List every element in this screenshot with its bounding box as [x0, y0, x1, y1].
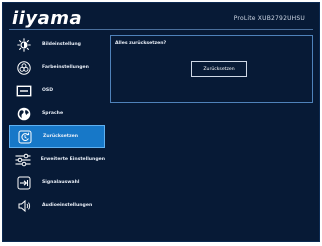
menu-item-erweiterte-einstellungen[interactable]: Erweiterte Einstellungen	[9, 148, 105, 171]
menu-item-audioeinstellungen[interactable]: Audioeinstellungen	[9, 194, 105, 217]
menu-item-label: Farbeinstellungen	[42, 65, 89, 70]
speaker-icon	[14, 198, 34, 214]
reset-icon	[15, 129, 35, 145]
osd-icon	[14, 83, 34, 99]
menu-item-label: Signalauswahl	[42, 180, 80, 185]
panel-title: Alles zurücksetzen?	[115, 41, 167, 46]
reset-panel: Alles zurücksetzen? Zurücksetzen	[110, 35, 313, 103]
model-name: ProLite XUB2792UHSU	[233, 15, 305, 22]
menu-item-osd[interactable]: OSD	[9, 79, 105, 102]
color-icon	[14, 60, 34, 76]
menu-item-bildeinstellung[interactable]: Bildeinstellung	[9, 33, 105, 56]
menu-item-label: Erweiterte Einstellungen	[40, 157, 105, 162]
menu-item-sprache[interactable]: Sprache	[9, 102, 105, 125]
menu-item-farbeinstellungen[interactable]: Farbeinstellungen	[9, 56, 105, 79]
globe-icon	[14, 106, 34, 122]
advanced-settings-icon	[14, 152, 33, 168]
input-icon	[14, 175, 34, 191]
menu-item-label: Audioeinstellungen	[42, 203, 93, 208]
menu-item-label: Zurücksetzen	[43, 134, 79, 139]
menu-item-signalauswahl[interactable]: Signalauswahl	[9, 171, 105, 194]
brightness-icon	[14, 37, 34, 53]
osd-window: iiyama ProLite XUB2792UHSU Bildeinstellu…	[2, 2, 320, 242]
brand-logo: iiyama	[12, 8, 83, 29]
menu-item-zuruecksetzen[interactable]: Zurücksetzen	[9, 125, 105, 148]
menu-item-label: Bildeinstellung	[42, 42, 81, 47]
menu-item-label: Sprache	[42, 111, 64, 116]
header-divider	[9, 29, 313, 30]
main-menu: Bildeinstellung Farbeinstellungen OSD Sp…	[9, 33, 105, 217]
menu-item-label: OSD	[42, 88, 54, 93]
reset-button[interactable]: Zurücksetzen	[191, 61, 247, 77]
